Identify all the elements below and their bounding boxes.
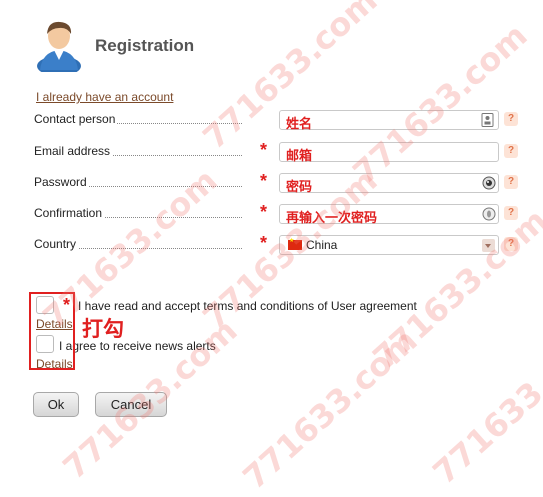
confirmation-label: Confirmation (34, 206, 105, 220)
contact-person-label: Contact person (34, 112, 118, 126)
id-card-icon (481, 113, 494, 127)
page-title: Registration (95, 36, 195, 55)
confirmation-input[interactable]: 再输入一次密码 (279, 204, 499, 226)
country-select[interactable]: China (279, 235, 499, 255)
password-row: Password * 密码 ? (34, 171, 524, 195)
required-star: * (260, 140, 268, 160)
required-star: * (260, 171, 268, 191)
annotation-highlight-box (29, 292, 75, 370)
email-help-icon[interactable]: ? (504, 144, 518, 158)
confirmation-help-icon[interactable]: ? (504, 206, 518, 220)
user-avatar-icon (37, 21, 81, 72)
china-flag-icon (288, 237, 302, 250)
contact-person-help-icon[interactable]: ? (504, 112, 518, 126)
cancel-button[interactable]: Cancel (95, 392, 167, 417)
watermark: 771633.com (195, 0, 385, 157)
required-star: * (260, 202, 268, 222)
password-help-icon[interactable]: ? (504, 175, 518, 189)
password-eye-icon[interactable] (482, 176, 496, 190)
country-value: China (306, 238, 338, 252)
contact-person-row: Contact person 姓名 ? (34, 110, 524, 132)
watermark: 771633.com (365, 201, 543, 377)
password-input[interactable]: 密码 (279, 173, 499, 195)
email-row: Email address * 邮箱 ? (34, 140, 524, 164)
required-star: * (260, 233, 268, 253)
country-row: Country * China ? (34, 233, 524, 255)
contact-person-input[interactable]: 姓名 (279, 110, 499, 132)
confirmation-row: Confirmation * 再输入一次密码 ? (34, 202, 524, 226)
terms-text: I have read and accept terms and conditi… (78, 299, 417, 313)
watermark: 771633.com (345, 16, 535, 192)
email-label: Email address (34, 144, 113, 158)
watermark: 771633.com (425, 316, 543, 492)
password-eye-icon[interactable] (482, 207, 496, 221)
email-input[interactable]: 邮箱 (279, 142, 499, 164)
existing-account-link[interactable]: I already have an account (36, 90, 173, 104)
ok-button[interactable]: Ok (33, 392, 79, 417)
annotation-text: 打勾 (82, 317, 124, 341)
country-help-icon[interactable]: ? (504, 237, 518, 251)
password-label: Password (34, 175, 89, 189)
watermark: 771633.com (235, 321, 425, 497)
country-label: Country (34, 237, 79, 251)
chevron-down-icon[interactable] (482, 239, 495, 252)
